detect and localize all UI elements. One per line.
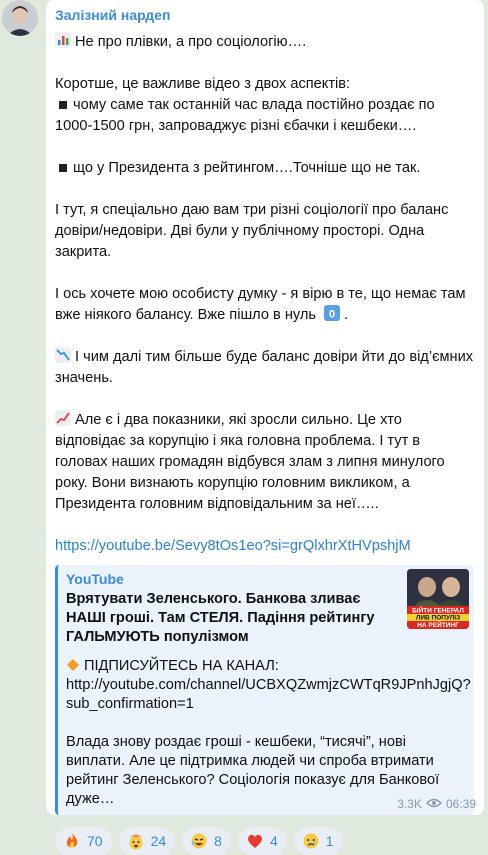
preview-thumbnail[interactable]: БІЙТИ ГЕНЕРАЛ ЛИВ ПОПУЛІЗ НА РЕЙТИНГ: [407, 569, 469, 629]
thumbnail-caption-3: НА РЕЙТИНГ: [417, 620, 459, 629]
reaction-heart[interactable]: 4: [237, 827, 287, 855]
message-line-1: Не про плівки, а про соціологію….: [75, 34, 307, 50]
eye-icon: [425, 797, 442, 811]
message-text: Не про плівки, а про соціологію…. Коротш…: [55, 32, 474, 554]
preview-channel-url: http://youtube.com/channel/UCBXQZwmjzCWT…: [66, 677, 471, 712]
crying-face-icon: [302, 832, 320, 850]
reaction-crying-face[interactable]: 1: [293, 827, 343, 855]
reaction-exploding-head[interactable]: 24: [118, 827, 176, 855]
reaction-rofl[interactable]: 8: [182, 827, 231, 855]
orange-diamond-icon: [66, 658, 80, 672]
bullet-2: що у Президента з рейтингом….Точніше що …: [73, 160, 421, 176]
channel-avatar[interactable]: [2, 0, 38, 36]
reaction-count: 4: [269, 833, 278, 849]
message-meta: 3.3K 06:39: [397, 797, 476, 811]
message-bubble: Залізний нардеп Не про плівки, а про соц…: [46, 0, 484, 855]
channel-name[interactable]: Залізний нардеп: [55, 6, 474, 24]
black-square-icon: [59, 100, 67, 109]
preview-subscribe-text: ПІДПИСУЙТЕСЬ НА КАНАЛ:: [84, 658, 279, 674]
rofl-icon: [190, 832, 208, 850]
reaction-fire[interactable]: 70: [55, 827, 112, 855]
bar-chart-icon: [55, 32, 71, 48]
heart-icon: [246, 832, 264, 850]
bullet-1: чому саме так останній час влада постійн…: [55, 97, 435, 134]
reaction-count: 24: [150, 833, 167, 849]
paragraph-5: І чим далі тим більше буде баланс довіри…: [55, 349, 474, 386]
chart-decreasing-icon: [55, 347, 71, 363]
fire-icon: [63, 832, 81, 850]
paragraph-4: І ось хочете мою особисту думку - я вірю…: [55, 286, 466, 323]
message-time: 06:39: [445, 797, 476, 811]
preview-description: ПІДПИСУЙТЕСЬ НА КАНАЛ: http://youtube.co…: [66, 657, 471, 809]
youtube-link[interactable]: https://youtube.be/Sevy8tOs1eo?si=grQlxh…: [55, 538, 411, 554]
reactions-bar: 70 24 8 4 1: [55, 827, 474, 855]
zero-keycap-icon: 0: [324, 305, 341, 321]
link-preview[interactable]: YouTube Врятувати Зеленського. Банкова з…: [55, 565, 474, 815]
video-thumbnail-image: БІЙТИ ГЕНЕРАЛ ЛИВ ПОПУЛІЗ НА РЕЙТИНГ: [407, 569, 469, 629]
thumbnail-caption-2: ЛИВ ПОПУЛІЗ: [416, 615, 460, 622]
preview-title: Врятувати Зеленського. Банкова зливає НА…: [66, 591, 375, 645]
thumbnail-caption-1: БІЙТИ ГЕНЕРАЛ: [412, 606, 464, 615]
black-square-icon: [59, 163, 67, 172]
reaction-count: 70: [87, 833, 103, 849]
svg-text:0: 0: [329, 309, 335, 321]
reaction-count: 8: [214, 833, 222, 849]
paragraph-6: Але є і два показники, які зросли сильно…: [55, 412, 445, 512]
view-count: 3.3K: [397, 797, 422, 811]
chart-increasing-icon: [55, 410, 71, 426]
exploding-head-icon: [127, 832, 145, 850]
message-line-2: Коротше, це важливе відео з двох аспекті…: [55, 76, 351, 92]
paragraph-3: І тут, я спеціально даю вам три різні со…: [55, 202, 449, 260]
reaction-count: 1: [325, 833, 334, 849]
preview-site-name: YouTube: [66, 571, 124, 587]
avatar-portrait-icon: [2, 0, 38, 36]
